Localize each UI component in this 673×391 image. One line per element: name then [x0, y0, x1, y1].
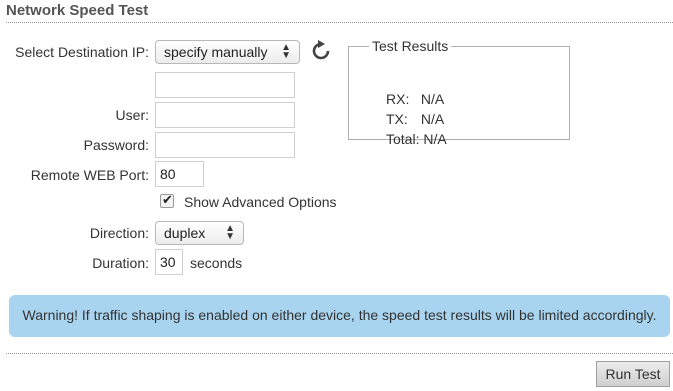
updown-arrows-icon: ▲ ▼ — [225, 223, 235, 242]
user-label: User: — [115, 107, 149, 123]
duration-input[interactable]: 30 — [155, 249, 183, 275]
warning-banner: Warning! If traffic shaping is enabled o… — [9, 295, 670, 337]
footer-divider — [6, 353, 673, 354]
title-divider — [6, 22, 673, 23]
duration-label: Duration: — [92, 255, 149, 271]
check-icon: ✔ — [162, 192, 173, 207]
total-label: Total: — [386, 131, 420, 147]
password-label: Password: — [83, 137, 149, 153]
refresh-icon[interactable] — [310, 40, 332, 62]
remote-web-port-label: Remote WEB Port: — [30, 167, 149, 183]
direction-label: Direction: — [89, 225, 149, 241]
password-input[interactable] — [155, 132, 295, 158]
advanced-options-label[interactable]: Show Advanced Options — [184, 194, 337, 210]
destination-ip-select[interactable]: specify manually ▲ ▼ — [155, 40, 300, 64]
page-title: Network Speed Test — [6, 2, 149, 19]
user-input[interactable] — [155, 102, 295, 128]
rx-label: RX: — [386, 91, 410, 107]
duration-unit: seconds — [190, 255, 243, 271]
destination-ip-select-value: specify manually — [164, 44, 268, 60]
tx-label: TX: — [386, 111, 408, 127]
total-value: N/A — [423, 131, 447, 147]
run-test-button[interactable]: Run Test — [596, 361, 670, 387]
updown-arrows-icon: ▲ ▼ — [281, 42, 291, 61]
direction-select-value: duplex — [164, 225, 206, 241]
direction-select[interactable]: duplex ▲ ▼ — [155, 221, 244, 245]
tx-value: N/A — [420, 111, 445, 127]
remote-web-port-input[interactable]: 80 — [155, 161, 204, 187]
test-results-legend: Test Results — [372, 38, 449, 54]
rx-row: RX: N/A — [386, 91, 444, 107]
tx-row: TX: N/A — [386, 111, 444, 127]
destination-ip-label: Select Destination IP: — [15, 44, 149, 60]
advanced-options-checkbox[interactable]: ✔ — [160, 192, 174, 208]
total-row: Total: N/A — [386, 131, 447, 147]
rx-value: N/A — [420, 91, 445, 107]
test-results-box: Test Results RX: N/A TX: N/A Total: N/A — [348, 38, 570, 147]
destination-ip-input[interactable] — [155, 72, 295, 98]
